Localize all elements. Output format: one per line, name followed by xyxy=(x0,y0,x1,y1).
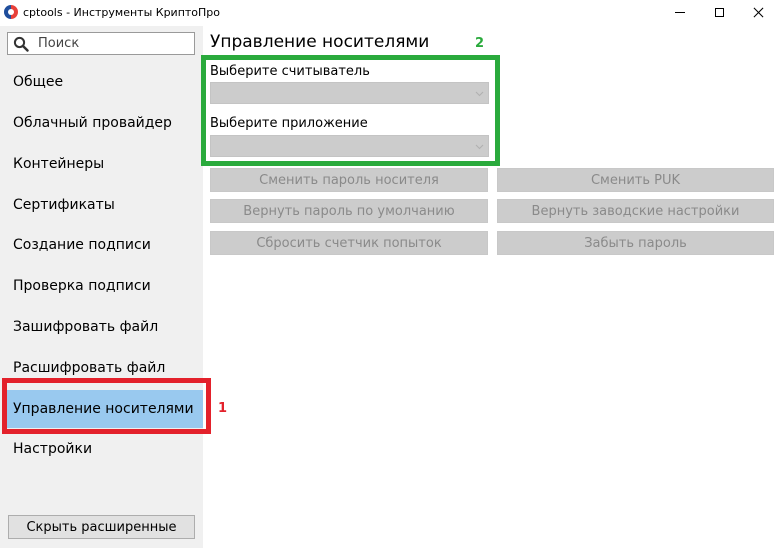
change-password-button[interactable]: Сменить пароль носителя xyxy=(210,168,488,192)
sidebar-item-label: Настройки xyxy=(13,441,93,457)
search-icon xyxy=(13,36,29,52)
reset-default-password-button[interactable]: Вернуть пароль по умолчанию xyxy=(210,199,488,223)
sidebar-item-general[interactable]: Общее xyxy=(3,63,203,101)
factory-reset-button[interactable]: Вернуть заводские настройки xyxy=(497,199,774,223)
annotation-label-1: 1 xyxy=(218,401,228,416)
app-label: Выберите приложение xyxy=(210,116,368,131)
maximize-icon xyxy=(714,7,724,17)
cryptopro-logo-icon xyxy=(4,5,18,19)
change-puk-button[interactable]: Сменить PUK xyxy=(497,168,774,192)
close-button[interactable] xyxy=(741,0,775,24)
sidebar-item-label: Зашифровать файл xyxy=(13,319,159,335)
maximize-button[interactable] xyxy=(702,0,736,24)
minimize-button[interactable] xyxy=(663,0,697,24)
sidebar-item-create-signature[interactable]: Создание подписи xyxy=(3,226,203,264)
sidebar-item-label: Управление носителями xyxy=(13,401,194,417)
sidebar-item-encrypt-file[interactable]: Зашифровать файл xyxy=(3,308,203,346)
sidebar-item-label: Контейнеры xyxy=(13,156,105,172)
app-window: cptools - Инструменты КриптоПро Поиск Об… xyxy=(0,0,780,548)
chevron-down-icon xyxy=(475,91,484,97)
reset-attempts-button[interactable]: Сбросить счетчик попыток xyxy=(210,231,488,255)
hide-advanced-button[interactable]: Скрыть расширенные xyxy=(8,515,195,539)
sidebar-item-media-management[interactable]: Управление носителями xyxy=(3,390,203,428)
sidebar-item-verify-signature[interactable]: Проверка подписи xyxy=(3,267,203,305)
minimize-icon xyxy=(675,11,685,13)
sidebar-item-decrypt-file[interactable]: Расшифровать файл xyxy=(3,349,203,387)
sidebar-item-label: Сертификаты xyxy=(13,197,115,213)
app-select[interactable] xyxy=(210,135,489,157)
sidebar-item-containers[interactable]: Контейнеры xyxy=(3,145,203,183)
sidebar-item-cloud-provider[interactable]: Облачный провайдер xyxy=(3,104,203,142)
sidebar-item-label: Проверка подписи xyxy=(13,278,151,294)
annotation-label-2: 2 xyxy=(475,36,485,51)
search-input[interactable]: Поиск xyxy=(7,32,195,55)
page-title: Управление носителями xyxy=(210,32,430,52)
title-bar: cptools - Инструменты КриптоПро xyxy=(0,0,780,26)
forget-password-button[interactable]: Забыть пароль xyxy=(497,231,774,255)
sidebar-item-settings[interactable]: Настройки xyxy=(3,430,203,468)
sidebar-item-label: Облачный провайдер xyxy=(13,115,172,131)
sidebar: Поиск Общее Облачный провайдер Контейнер… xyxy=(0,26,203,548)
search-placeholder: Поиск xyxy=(38,36,80,51)
window-title: cptools - Инструменты КриптоПро xyxy=(23,6,221,19)
sidebar-item-certificates[interactable]: Сертификаты xyxy=(3,186,203,224)
reader-select[interactable] xyxy=(210,82,489,104)
reader-label: Выберите считыватель xyxy=(210,64,370,79)
chevron-down-icon xyxy=(475,144,484,150)
sidebar-item-label: Расшифровать файл xyxy=(13,360,166,376)
sidebar-item-label: Общее xyxy=(13,74,64,90)
sidebar-item-label: Создание подписи xyxy=(13,237,151,253)
close-icon xyxy=(753,7,764,18)
